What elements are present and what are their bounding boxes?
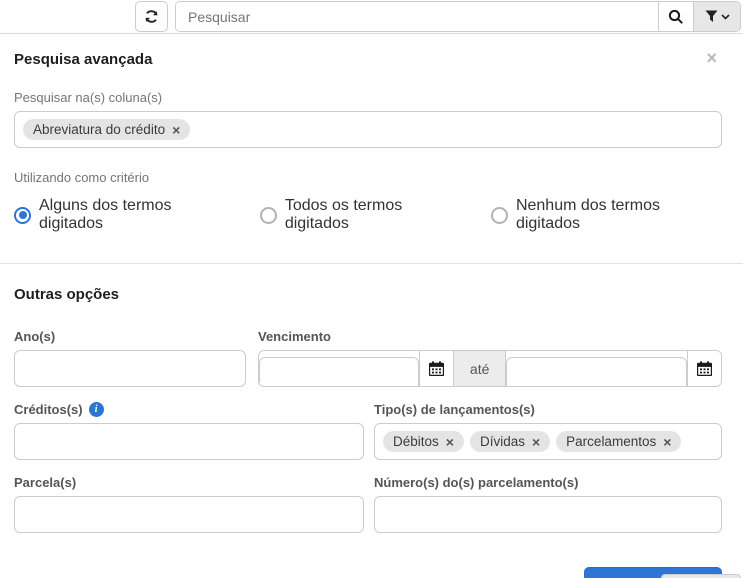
advanced-search-panel: Pesquisa avançada × Pesquisar na(s) colu… [0,34,743,578]
refresh-button[interactable] [135,1,168,32]
radio-nenhum-dos-termos[interactable]: Nenhum dos termos digitados [490,197,722,233]
search-icon [668,9,684,25]
top-search-bar [0,0,743,34]
creditos-input[interactable] [14,423,364,460]
vencimento-from-input[interactable] [259,357,420,386]
tag-label: Abreviatura do crédito [33,122,166,137]
ate-addon-label: até [453,351,507,386]
vencimento-to-input[interactable] [506,357,687,386]
numero-parcelamento-label: Número(s) do(s) parcelamento(s) [374,475,579,490]
tipos-tag-input[interactable]: Débitos × Dívidas × Parcelamentos × [374,423,722,460]
criteria-radio-group: Alguns dos termos digitados Todos os ter… [14,197,722,233]
criteria-label: Utilizando como critério [14,170,150,185]
cutoff-bottom-button[interactable] [661,574,741,578]
radio-circle[interactable] [259,206,277,224]
calendar-icon [429,361,445,376]
filter-icon [705,10,718,23]
columns-tag-input[interactable]: Abreviatura do crédito × [14,111,722,148]
anos-label: Ano(s) [14,329,56,344]
other-options-title: Outras opções [14,286,120,303]
radio-label: Todos os termos digitados [284,197,403,232]
radio-label: Alguns dos termos digitados [39,197,172,232]
info-icon[interactable]: i [88,402,104,417]
close-icon[interactable]: × [706,49,722,67]
tag-label: Débitos [393,434,439,449]
calendar-icon [697,361,712,376]
radio-todos-os-termos[interactable]: Todos os termos digitados [259,197,465,233]
parcela-input[interactable] [14,496,364,533]
panel-title: Pesquisa avançada [14,51,153,68]
tipos-label: Tipo(s) de lançamentos(s) [374,402,535,417]
parcela-field: Parcela(s) [14,475,364,533]
radio-circle[interactable] [490,206,508,224]
filter-dropdown-button[interactable] [693,2,740,31]
calendar-to-button[interactable] [687,351,721,386]
parcela-label: Parcela(s) [14,475,77,490]
tag-dividas: Dívidas × [469,431,551,452]
calendar-from-button[interactable] [419,351,454,386]
search-input[interactable] [176,2,658,31]
radio-alguns-dos-termos[interactable]: Alguns dos termos digitados [14,197,234,233]
radio-label: Nenhum dos termos digitados [515,197,660,232]
radio-circle[interactable] [14,206,31,224]
tag-remove-icon[interactable]: × [532,435,540,449]
search-input-group [175,1,741,32]
tag-remove-icon[interactable]: × [663,435,671,449]
tag-debitos: Débitos × [383,431,464,452]
vencimento-label: Vencimento [258,329,331,344]
section-divider [0,263,743,264]
chevron-down-icon [720,13,730,20]
creditos-label: Créditos(s) [14,402,83,417]
tag-label: Dívidas [479,434,525,449]
columns-field-label: Pesquisar na(s) coluna(s) [14,90,163,105]
anos-field: Ano(s) [14,329,246,387]
vencimento-field: Vencimento até [258,329,722,387]
search-submit-button[interactable] [658,2,693,31]
tipos-field: Tipo(s) de lançamentos(s) Débitos × Dívi… [374,402,722,460]
tag-abreviatura-do-credito: Abreviatura do crédito × [23,119,191,140]
tag-remove-icon[interactable]: × [172,123,180,137]
numero-parcelamento-input[interactable] [374,496,722,533]
vencimento-range-group: até [258,350,722,387]
refresh-icon [144,9,159,24]
creditos-field: Créditos(s) i [14,402,364,460]
tag-parcelamentos: Parcelamentos × [556,431,682,452]
tag-remove-icon[interactable]: × [446,435,454,449]
numero-parcelamento-field: Número(s) do(s) parcelamento(s) [374,475,722,533]
tag-label: Parcelamentos [566,434,657,449]
anos-input[interactable] [14,350,246,387]
